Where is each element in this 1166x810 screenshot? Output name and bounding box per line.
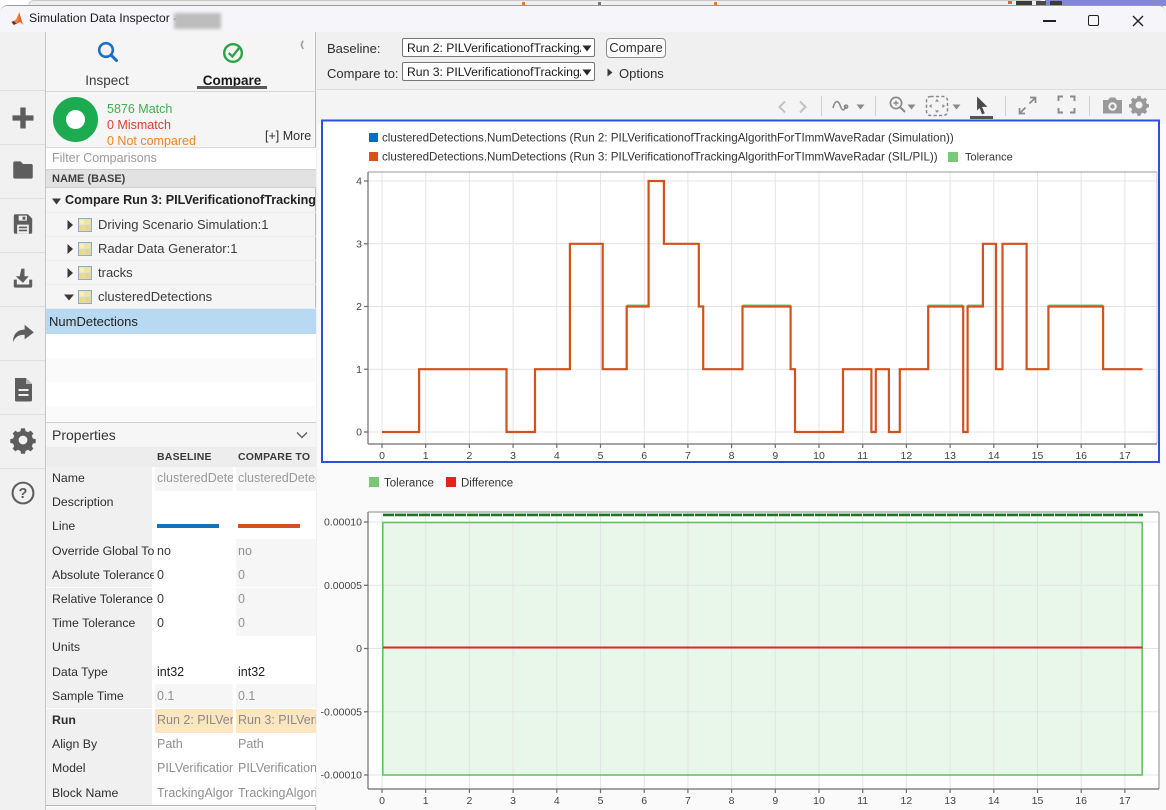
svg-text:0: 0: [356, 427, 362, 439]
svg-text:5: 5: [598, 795, 604, 807]
svg-text:3: 3: [356, 238, 362, 250]
svg-text:15: 15: [1032, 795, 1044, 807]
svg-text:13: 13: [944, 795, 956, 807]
svg-text:15: 15: [1032, 450, 1044, 462]
svg-text:-0.00010: -0.00010: [321, 770, 363, 782]
svg-text:14: 14: [988, 795, 1000, 807]
svg-text:clusteredDetections.NumDetecti: clusteredDetections.NumDetections (Run 2…: [382, 132, 954, 145]
svg-text:6: 6: [641, 795, 647, 807]
svg-text:17: 17: [1119, 450, 1131, 462]
svg-text:clusteredDetections.NumDetecti: clusteredDetections.NumDetections (Run 3…: [382, 151, 938, 164]
svg-text:12: 12: [901, 450, 913, 462]
svg-text:4: 4: [554, 450, 560, 462]
svg-text:8: 8: [729, 795, 735, 807]
svg-text:10: 10: [813, 450, 825, 462]
svg-text:?: ?: [19, 486, 28, 502]
svg-text:17: 17: [1119, 795, 1131, 807]
svg-text:9: 9: [772, 795, 778, 807]
svg-text:1: 1: [423, 450, 429, 462]
svg-text:8: 8: [729, 450, 735, 462]
svg-text:Tolerance: Tolerance: [384, 478, 434, 490]
svg-text:1: 1: [423, 795, 429, 807]
svg-text:0.00005: 0.00005: [324, 580, 362, 592]
svg-text:9: 9: [772, 450, 778, 462]
svg-text:13: 13: [944, 450, 956, 462]
svg-text:2: 2: [466, 450, 472, 462]
svg-text:Tolerance: Tolerance: [965, 152, 1013, 164]
svg-text:Difference: Difference: [461, 478, 513, 490]
svg-text:1: 1: [356, 364, 362, 376]
svg-text:0: 0: [356, 643, 362, 655]
svg-text:7: 7: [685, 795, 691, 807]
svg-text:5: 5: [598, 450, 604, 462]
svg-text:3: 3: [510, 795, 516, 807]
svg-text:0.00010: 0.00010: [324, 517, 362, 529]
svg-text:-0.00005: -0.00005: [321, 706, 363, 718]
svg-text:0: 0: [379, 450, 385, 462]
svg-text:7: 7: [685, 450, 691, 462]
svg-text:2: 2: [356, 301, 362, 313]
svg-text:10: 10: [813, 795, 825, 807]
svg-text:14: 14: [988, 450, 1000, 462]
svg-text:3: 3: [510, 450, 516, 462]
svg-text:2: 2: [466, 795, 472, 807]
svg-text:11: 11: [857, 450, 868, 462]
svg-text:11: 11: [857, 795, 868, 807]
svg-text:16: 16: [1075, 795, 1087, 807]
svg-text:6: 6: [641, 450, 647, 462]
svg-text:4: 4: [554, 795, 560, 807]
svg-text:0: 0: [379, 795, 385, 807]
svg-text:4: 4: [356, 176, 362, 188]
svg-text:12: 12: [901, 795, 913, 807]
svg-text:16: 16: [1075, 450, 1087, 462]
